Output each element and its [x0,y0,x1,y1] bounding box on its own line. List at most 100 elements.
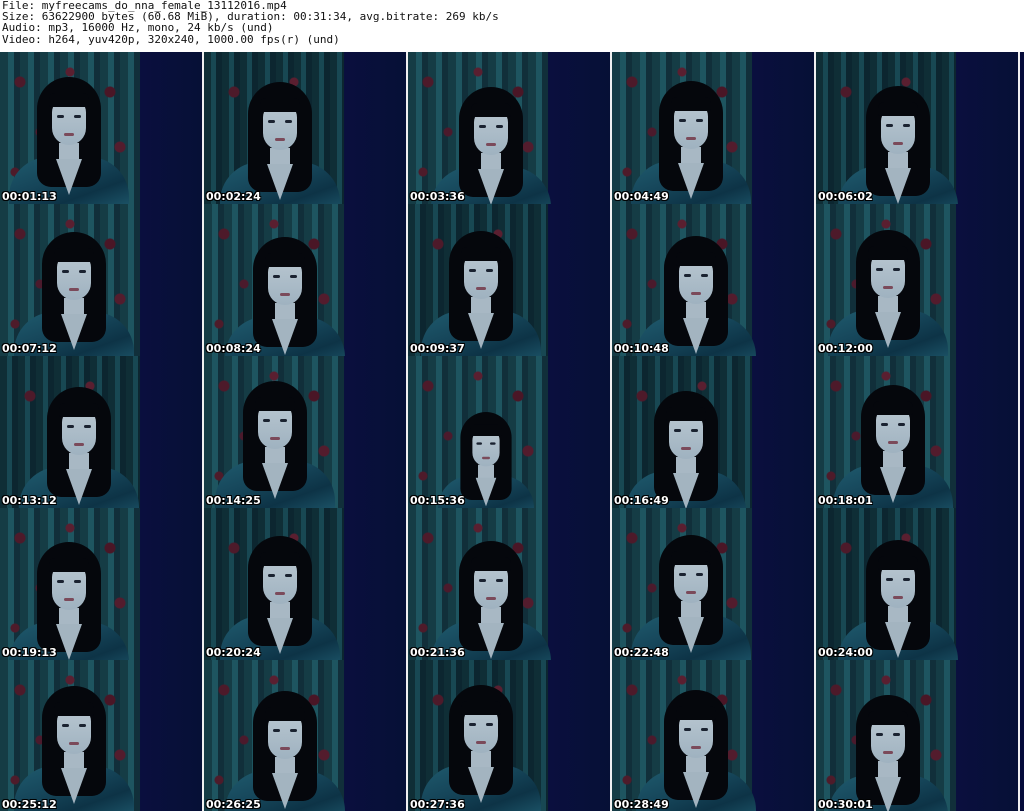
video-thumbnail: 00:24:00 [816,508,1020,660]
figure-lips [486,597,496,600]
person-figure [408,204,609,356]
figure-eye [881,423,888,426]
thumbnail-timestamp: 00:03:36 [410,190,465,203]
person-figure [415,511,610,660]
figure-eye [674,429,681,432]
figure-bangs [470,424,502,436]
figure-eye [79,724,86,727]
figure-lips [280,747,290,750]
figure-lips [74,443,84,446]
video-thumbnail: 00:10:48 [612,204,816,356]
figure-neck [681,147,701,165]
video-thumbnail: 00:18:01 [816,356,1020,508]
figure-neck [270,602,290,620]
thumbnail-timestamp: 00:13:12 [2,494,57,507]
thumbnail-timestamp: 00:30:01 [818,798,873,811]
figure-eye [903,124,910,127]
video-thumbnail: 00:15:36 [408,356,612,508]
video-thumbnail: 00:26:25 [204,660,408,811]
audio-info-line: Audio: mp3, 16000 Hz, mono, 24 kb/s (und… [2,21,274,35]
figure-eye [479,579,486,582]
thumbnail-timestamp: 00:24:00 [818,646,873,659]
person-figure [204,508,406,660]
figure-eye [273,729,280,732]
figure-neck [676,457,696,475]
person-figure [822,56,1018,204]
person-figure [209,661,406,811]
video-thumbnail: 00:22:48 [612,508,816,660]
video-thumbnail: 00:06:02 [816,52,1020,204]
video-thumbnail: 00:12:00 [816,204,1020,356]
person-figure [425,388,588,508]
figure-eye [263,419,270,422]
figure-bangs [878,102,918,116]
figure-lips [64,133,74,136]
figure-eye [701,728,708,731]
figure-neck [888,606,908,624]
figure-eye [74,115,81,118]
figure-eye [876,268,883,271]
figure-neck [275,303,295,321]
figure-eye [285,574,292,577]
figure-bangs [671,551,711,565]
figure-bangs [265,707,305,721]
figure-eye [496,125,503,128]
figure-lips [681,447,691,450]
figure-lips [888,441,898,444]
figure-eye [57,580,64,583]
figure-neck [275,757,295,775]
figure-bangs [878,556,918,570]
figure-eye [696,119,703,122]
figure-lips [893,596,903,599]
person-figure [816,204,1016,356]
person-figure [612,361,814,508]
figure-lips [691,292,701,295]
figure-eye [268,574,275,577]
figure-eye [290,275,297,278]
figure-bangs [666,407,706,421]
figure-lips [686,591,696,594]
figure-bangs [59,403,99,417]
figure-neck [64,752,84,770]
video-thumbnail: 00:25:12 [0,660,204,811]
thumbnail-timestamp: 00:22:48 [614,646,669,659]
thumbnail-timestamp: 00:25:12 [2,798,57,811]
person-figure [822,510,1018,660]
thumbnail-timestamp: 00:09:37 [410,342,465,355]
thumbnail-timestamp: 00:07:12 [2,342,57,355]
video-info-line: Video: h264, yuv420p, 320x240, 1000.00 f… [2,32,340,46]
figure-eye [273,275,280,278]
figure-neck [888,152,908,170]
video-thumbnail: 00:21:36 [408,508,612,660]
figure-bangs [873,401,913,415]
figure-eye [898,423,905,426]
person-figure [408,660,609,811]
figure-lips [482,456,490,460]
video-thumbnail: 00:14:25 [204,356,408,508]
figure-lips [476,741,486,744]
person-figure [620,206,814,356]
figure-eye [469,723,476,726]
video-thumbnail: 00:07:12 [0,204,204,356]
thumbnail-timestamp: 00:28:49 [614,798,669,811]
figure-eye [285,120,292,123]
thumbnail-timestamp: 00:18:01 [818,494,873,507]
person-figure [0,660,202,811]
thumbnail-timestamp: 00:26:25 [206,798,261,811]
person-figure [0,204,202,356]
person-figure [204,52,406,204]
video-thumbnail: 00:28:49 [612,660,816,811]
figure-neck [59,608,79,626]
figure-eye [84,425,91,428]
figure-neck [471,297,491,315]
figure-bangs [54,248,94,262]
person-figure [615,52,814,204]
person-figure [209,207,406,356]
thumbnail-timestamp: 00:06:02 [818,190,873,203]
figure-bangs [868,246,908,260]
video-thumbnail: 00:09:37 [408,204,612,356]
figure-bangs [676,706,716,720]
figure-eye [57,115,64,118]
video-thumbnail: 00:02:24 [204,52,408,204]
video-thumbnail: 00:16:49 [612,356,816,508]
